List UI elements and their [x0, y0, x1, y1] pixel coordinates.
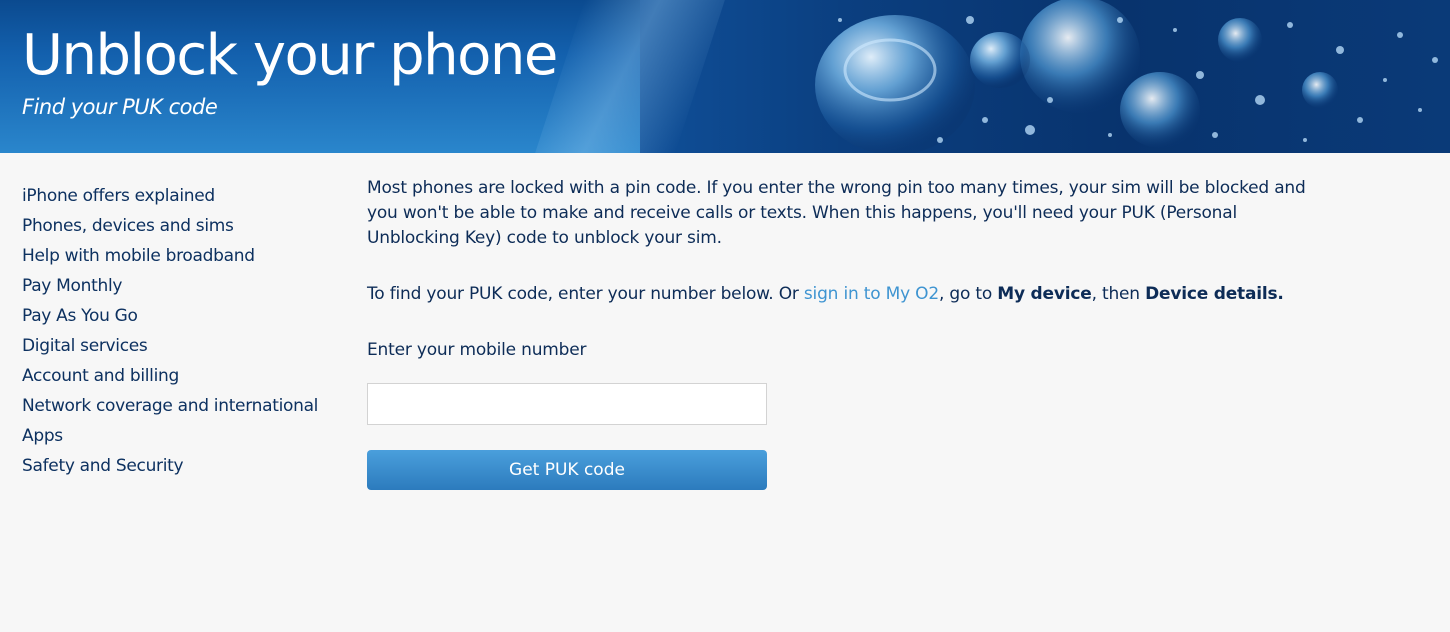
sidebar-item-network-coverage[interactable]: Network coverage and international	[22, 395, 332, 417]
sidebar-list: iPhone offers explained Phones, devices …	[22, 185, 332, 477]
page-subtitle: Find your PUK code	[22, 95, 218, 119]
find-then-text: , then	[1091, 284, 1146, 304]
device-details-text: Device details.	[1145, 284, 1284, 304]
find-puk-paragraph: To find your PUK code, enter your number…	[367, 282, 1332, 307]
sidebar-nav: iPhone offers explained Phones, devices …	[22, 185, 332, 485]
find-prefix-text: To find your PUK code, enter your number…	[367, 284, 804, 304]
sign-in-link[interactable]: sign in to My O2	[804, 284, 939, 304]
sidebar-item-iphone-offers[interactable]: iPhone offers explained	[22, 185, 332, 207]
sidebar-item-mobile-broadband[interactable]: Help with mobile broadband	[22, 245, 332, 267]
mobile-number-input[interactable]	[367, 383, 767, 425]
page-title: Unblock your phone	[22, 23, 558, 88]
sidebar-item-pay-as-you-go[interactable]: Pay As You Go	[22, 305, 332, 327]
main-content: Most phones are locked with a pin code. …	[367, 176, 1332, 490]
my-device-text: My device	[997, 284, 1092, 304]
sidebar-item-digital-services[interactable]: Digital services	[22, 335, 332, 357]
get-puk-code-button[interactable]: Get PUK code	[367, 450, 767, 490]
sidebar-item-pay-monthly[interactable]: Pay Monthly	[22, 275, 332, 297]
sidebar-item-account-billing[interactable]: Account and billing	[22, 365, 332, 387]
sidebar-item-safety-security[interactable]: Safety and Security	[22, 455, 332, 477]
sidebar-item-apps[interactable]: Apps	[22, 425, 332, 447]
find-middle-text: , go to	[938, 284, 998, 304]
sidebar-item-phones-devices-sims[interactable]: Phones, devices and sims	[22, 215, 332, 237]
hero-banner: Unblock your phone Find your PUK code	[0, 0, 1450, 153]
mobile-number-label: Enter your mobile number	[367, 340, 587, 360]
water-bubbles-image	[815, 0, 1438, 153]
intro-paragraph: Most phones are locked with a pin code. …	[367, 178, 1306, 248]
